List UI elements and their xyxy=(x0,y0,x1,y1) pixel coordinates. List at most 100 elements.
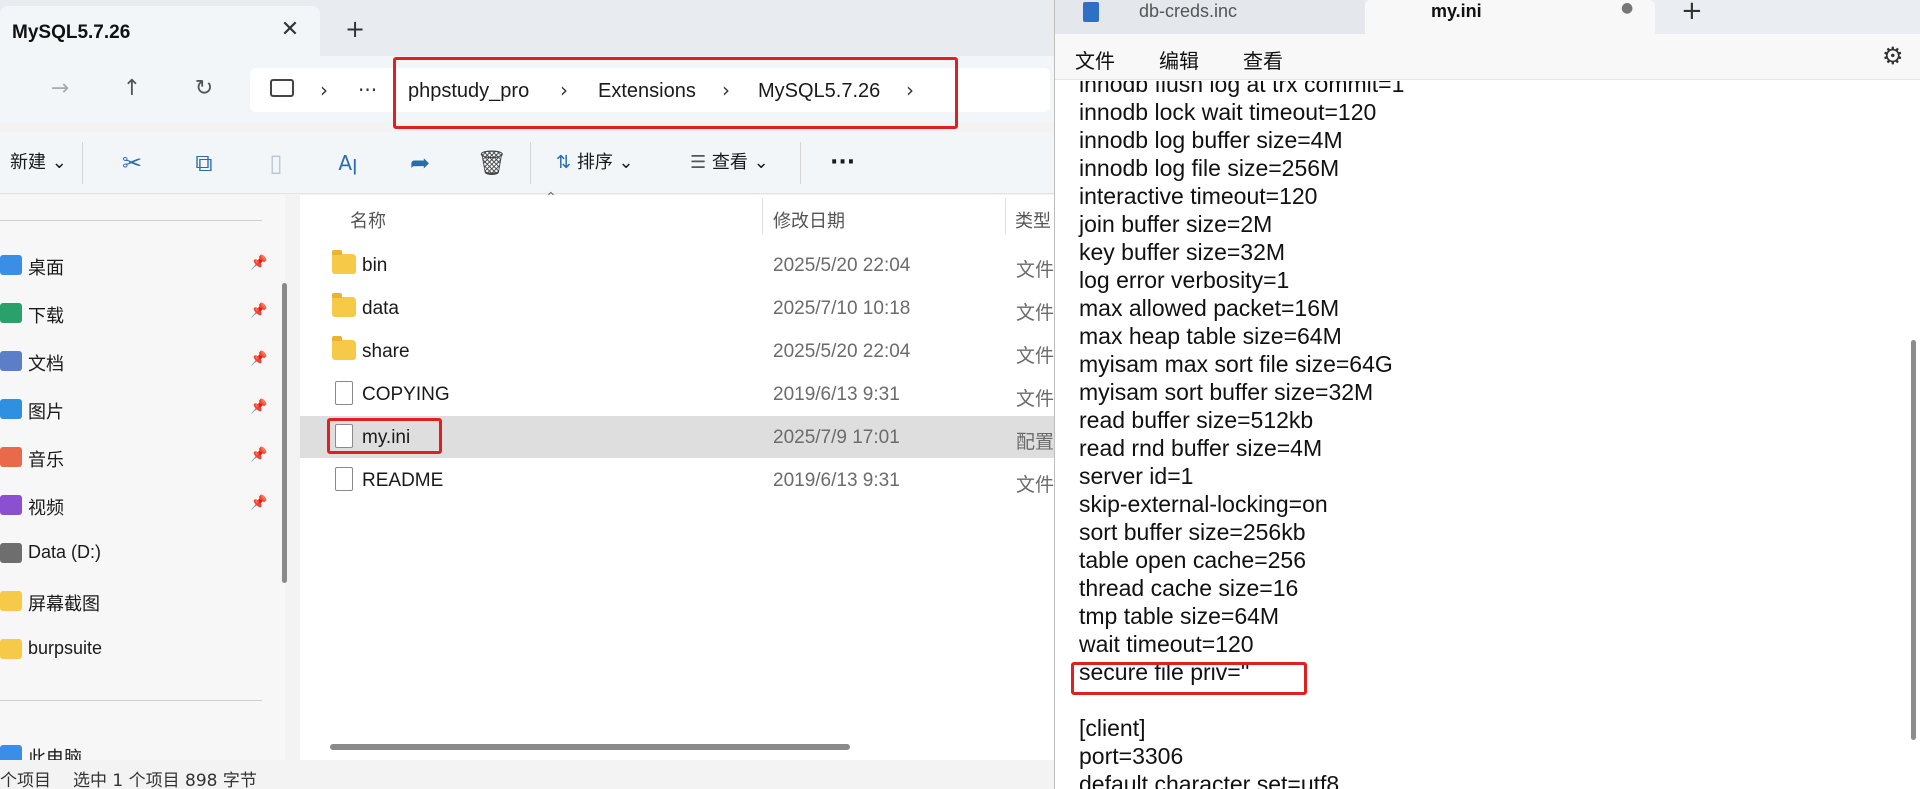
file-icon xyxy=(335,467,353,491)
sidebar-divider xyxy=(0,220,262,221)
sidebar-item[interactable]: 图片 📌 xyxy=(0,389,270,429)
view-button[interactable]: ☰ 查看 ⌄ xyxy=(690,146,769,180)
sidebar-item-label: 图片 xyxy=(28,402,64,422)
this-pc-icon[interactable] xyxy=(270,79,294,97)
sidebar-item[interactable]: 视频 📌 xyxy=(0,485,270,525)
sidebar-scrollbar[interactable] xyxy=(282,283,287,583)
share-icon[interactable]: ➦ xyxy=(403,146,437,180)
editor-line: join buffer size=2M xyxy=(1079,211,1273,237)
new-tab-button[interactable]: + xyxy=(340,14,370,44)
column-divider[interactable] xyxy=(1005,198,1006,234)
pin-icon: 📌 xyxy=(250,255,268,271)
paste-icon[interactable]: ▯ xyxy=(259,146,293,180)
new-button[interactable]: 新建 ⌄ xyxy=(10,146,67,180)
tab-title: db-creds.inc xyxy=(1139,1,1238,21)
breadcrumb-extensions[interactable]: Extensions xyxy=(598,80,696,103)
breadcrumb-separator[interactable]: › xyxy=(320,78,328,102)
sidebar-item[interactable]: 下载 📌 xyxy=(0,293,270,333)
breadcrumb-separator: › xyxy=(560,78,568,102)
folder-icon xyxy=(332,250,356,274)
copy-icon[interactable]: ⧉ xyxy=(187,146,221,180)
file-row[interactable]: COPYING 2019/6/13 9:31 文件 xyxy=(300,373,1054,415)
file-row[interactable]: share 2025/5/20 22:04 文件 xyxy=(300,330,1054,372)
close-tab-icon[interactable]: ✕ xyxy=(276,16,304,44)
gear-icon[interactable]: ⚙ xyxy=(1882,42,1904,70)
unsaved-dot-icon[interactable]: ● xyxy=(1621,0,1633,16)
notepad-tab-db-creds[interactable]: db-creds.inc xyxy=(1055,0,1365,34)
notepad-icon xyxy=(1083,2,1099,22)
more-options-button[interactable]: ··· xyxy=(830,146,855,180)
column-header-date[interactable]: 修改日期 xyxy=(773,207,845,233)
breadcrumb-mysql[interactable]: MySQL5.7.26 xyxy=(758,80,880,103)
music-icon xyxy=(0,447,22,467)
new-tab-button[interactable]: + xyxy=(1681,0,1703,26)
editor-line: key buffer size=32M xyxy=(1079,239,1286,265)
pictures-icon xyxy=(0,399,22,419)
column-header-type[interactable]: 类型 xyxy=(1015,207,1051,233)
drive-icon xyxy=(0,543,22,563)
menu-edit[interactable]: 编辑 xyxy=(1159,45,1199,74)
pin-icon: 📌 xyxy=(250,303,268,319)
item-count: 个项目 xyxy=(0,771,51,789)
sidebar-item[interactable]: 音乐 📌 xyxy=(0,437,270,477)
sort-ascending-icon: ⌃ xyxy=(545,190,557,206)
sidebar-item[interactable]: Data (D:) xyxy=(0,533,270,573)
sidebar-item[interactable]: 屏幕截图 xyxy=(0,581,270,621)
cut-icon[interactable]: ✂ xyxy=(115,146,149,180)
file-date: 2025/5/20 22:04 xyxy=(773,255,911,276)
editor-line: read rnd buffer size=4M xyxy=(1079,435,1323,461)
my-ini-highlight xyxy=(327,418,442,454)
up-arrow-icon[interactable]: ↑ xyxy=(114,71,150,107)
editor-line: innodb flush log at trx commit=1 xyxy=(1079,81,1405,97)
file-row[interactable]: bin 2025/5/20 22:04 文件 xyxy=(300,244,1054,286)
sidebar-item-label: 音乐 xyxy=(28,450,64,470)
file-type: 文件 xyxy=(1016,345,1054,367)
notepad-window: db-creds.inc my.ini ● + 文件 编辑 查看 ⚙ innod… xyxy=(1054,0,1920,789)
file-row[interactable]: data 2025/7/10 10:18 文件 xyxy=(300,287,1054,329)
editor-line: myisam sort buffer size=32M xyxy=(1079,379,1374,405)
folder-icon xyxy=(0,639,22,659)
toolbar-divider xyxy=(800,142,801,184)
column-header-name[interactable]: 名称 xyxy=(350,207,386,233)
editor-line: sort buffer size=256kb xyxy=(1079,519,1306,545)
explorer-tab[interactable]: MySQL5.7.26 ✕ xyxy=(0,6,320,56)
editor-line: server id=1 xyxy=(1079,463,1194,489)
editor-line: max heap table size=64M xyxy=(1079,323,1342,349)
sidebar-item[interactable]: 文档 📌 xyxy=(0,341,270,381)
editor-line: table open cache=256 xyxy=(1079,547,1307,573)
download-icon xyxy=(0,303,22,323)
file-explorer-window: MySQL5.7.26 ✕ + → ↑ ↻ › ··· phpstudy_pro… xyxy=(0,0,1054,789)
folder-icon xyxy=(332,293,356,317)
file-row[interactable]: README 2019/6/13 9:31 文件 xyxy=(300,459,1054,501)
editor-line: interactive timeout=120 xyxy=(1079,183,1318,209)
forward-arrow-icon[interactable]: → xyxy=(42,71,78,107)
notepad-tab-my-ini[interactable]: my.ini ● xyxy=(1365,0,1655,34)
sidebar-divider xyxy=(0,700,262,701)
menu-view[interactable]: 查看 xyxy=(1243,45,1283,74)
breadcrumb-separator[interactable]: › xyxy=(906,78,914,102)
column-divider[interactable] xyxy=(762,198,763,234)
sidebar-item[interactable]: 桌面 📌 xyxy=(0,245,270,285)
editor-scrollbar[interactable] xyxy=(1911,340,1916,740)
editor-line: [client] xyxy=(1079,715,1146,741)
sort-button[interactable]: ⇅ 排序 ⌄ xyxy=(556,146,634,180)
sidebar-item-label: Data (D:) xyxy=(28,542,102,562)
editor-line: read buffer size=512kb xyxy=(1079,407,1314,433)
view-icon: ☰ xyxy=(690,152,707,173)
new-button-label: 新建 xyxy=(10,152,46,173)
delete-icon[interactable]: 🗑 xyxy=(475,146,509,180)
view-label: 查看 xyxy=(711,152,748,173)
rename-icon[interactable]: Aꞁ xyxy=(331,146,365,180)
file-icon xyxy=(335,381,353,405)
pin-icon: 📌 xyxy=(250,495,268,511)
editor-line: tmp table size=64M xyxy=(1079,603,1280,629)
menu-file[interactable]: 文件 xyxy=(1075,45,1115,74)
editor-line: wait timeout=120 xyxy=(1079,631,1254,657)
horizontal-scrollbar[interactable] xyxy=(330,744,850,750)
breadcrumb-more[interactable]: ··· xyxy=(358,78,377,102)
editor-line: thread cache size=16 xyxy=(1079,575,1299,601)
sidebar-item[interactable]: burpsuite xyxy=(0,629,270,669)
refresh-icon[interactable]: ↻ xyxy=(186,71,222,107)
file-type: 文件 xyxy=(1016,388,1054,410)
breadcrumb-phpstudy-pro[interactable]: phpstudy_pro xyxy=(408,80,529,103)
